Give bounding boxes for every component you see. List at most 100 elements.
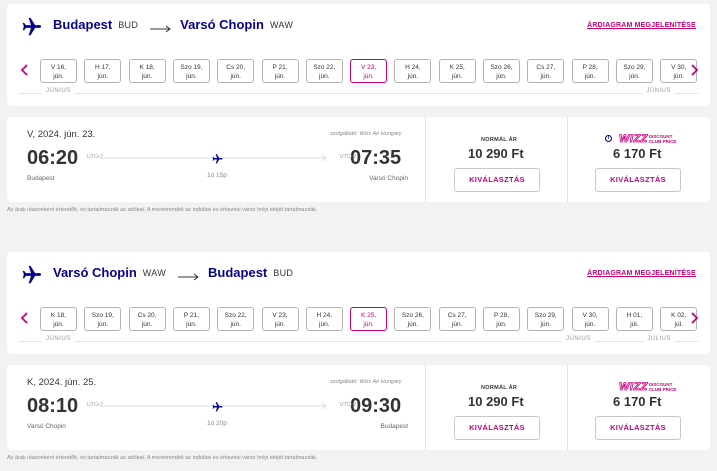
- date-chip-month: jún.: [629, 73, 640, 80]
- date-chip[interactable]: P 28, jún.: [483, 307, 520, 331]
- flight-card: K, 2024. jún. 25. szolgáltató: Wizz Air H…: [7, 365, 710, 450]
- date-chip[interactable]: H 01, júl.: [615, 307, 653, 331]
- date-chip-month: jún.: [319, 73, 330, 80]
- date-chip-month: jún.: [274, 73, 286, 80]
- date-chip[interactable]: Szo 29, jún.: [615, 59, 653, 83]
- date-chip[interactable]: H 24, jún.: [305, 307, 343, 331]
- select-normal-fare-button[interactable]: KIVÁLASZTÁS: [454, 168, 540, 192]
- date-chip[interactable]: H 17, jún.: [84, 59, 122, 83]
- departure-city: Budapest: [27, 175, 55, 182]
- destination-code: WAW: [269, 19, 294, 30]
- departure-city: Varsó Chopin: [27, 423, 66, 430]
- date-chip-month: jún.: [186, 73, 197, 80]
- flight-card: V, 2024. jún. 23. szolgáltató: Wizz Air H…: [7, 117, 710, 202]
- date-chip-month: jún.: [540, 321, 552, 328]
- price-diagram-link[interactable]: ÁRDIAGRAM MEGJELENÍTÉSE: [587, 270, 696, 277]
- column-divider: [567, 365, 568, 450]
- date-chip-day: V 23,: [361, 64, 377, 71]
- date-chip-month: jún.: [230, 321, 241, 328]
- chevron-right-icon[interactable]: [688, 310, 700, 326]
- price-diagram-link[interactable]: ÁRDIAGRAM MEGJELENÍTÉSE: [587, 22, 696, 29]
- club-fare-price: 6 170 Ft: [613, 394, 662, 409]
- date-chip-day: Szo 19,: [91, 312, 114, 319]
- arrival-time: 09:30: [350, 395, 402, 417]
- date-chip-month: jún.: [407, 73, 419, 80]
- origin-code: BUD: [118, 19, 139, 30]
- date-chip[interactable]: K 18, jún.: [40, 307, 77, 331]
- route-title: Varsó Chopin WAW Budapest BUD: [53, 265, 293, 280]
- chevron-left-icon[interactable]: [19, 310, 31, 326]
- date-chip-day: V 23,: [272, 312, 288, 319]
- destination-city: Budapest: [208, 265, 268, 280]
- date-chip[interactable]: V 23, jún.: [350, 59, 388, 83]
- date-chip-day: Szo 26,: [401, 312, 424, 319]
- date-chip[interactable]: Cs 27, jún.: [438, 307, 476, 331]
- date-chip[interactable]: Szo 19, jún.: [84, 307, 122, 331]
- date-chip[interactable]: P 21, jún.: [172, 307, 210, 331]
- origin-code: WAW: [142, 267, 167, 278]
- flight-duration: 1ó 20p: [207, 420, 227, 427]
- flight-duration: 1ó 15p: [207, 172, 227, 179]
- date-chip[interactable]: P 21, jún.: [261, 59, 299, 83]
- date-chip-month: jún.: [496, 321, 507, 328]
- destination-city: Varsó Chopin: [180, 17, 264, 32]
- date-chip-month: jún.: [97, 321, 109, 328]
- wizz-discount-club-logo: WIZZ DISCOUNT CLUB PRICE: [619, 132, 677, 146]
- normal-fare-price: 10 290 Ft: [468, 394, 524, 409]
- select-club-fare-button[interactable]: KIVÁLASZTÁS: [595, 168, 681, 192]
- date-chip[interactable]: Szo 19, jún.: [172, 59, 210, 83]
- date-chip[interactable]: Szo 26, jún.: [394, 307, 432, 331]
- date-chip[interactable]: Szo 26, jún.: [483, 59, 520, 83]
- date-chip[interactable]: V 30, jún.: [571, 307, 609, 331]
- select-club-fare-button[interactable]: KIVÁLASZTÁS: [595, 416, 681, 440]
- date-chip-day: Cs 27,: [447, 312, 467, 319]
- route-header: Varsó Chopin WAW Budapest BUD ÁRDIAGRAM MEGJ…: [7, 252, 710, 354]
- date-chip[interactable]: P 28, jún.: [571, 59, 609, 83]
- date-chip-month: jún.: [274, 321, 286, 328]
- wizz-discount-club-logo: WIZZ DISCOUNT CLUB PRICE: [619, 380, 677, 394]
- date-chip-day: P 28,: [493, 312, 510, 319]
- arrival-timezone: UTC+2: [340, 402, 356, 408]
- date-chip-month: jún.: [230, 73, 241, 80]
- date-chip[interactable]: V 16, jún.: [40, 59, 77, 83]
- date-chip[interactable]: K 25, jún.: [438, 59, 476, 83]
- date-chip[interactable]: Szo 22, jún.: [217, 307, 255, 331]
- airplane-icon: [209, 400, 225, 412]
- date-chip[interactable]: Szo 22, jún.: [305, 59, 343, 83]
- date-chip[interactable]: Cs 27, jún.: [527, 59, 565, 83]
- month-label: JÚNIUS: [643, 88, 674, 94]
- route-header: Budapest BUD Varsó Chopin WAW ÁRDIAGRAM MEGJ…: [7, 4, 710, 106]
- date-chip[interactable]: Cs 20, jún.: [217, 59, 255, 83]
- date-chip[interactable]: H 24, jún.: [394, 59, 432, 83]
- chevron-left-icon[interactable]: [19, 62, 31, 78]
- date-chip-month: jún.: [363, 73, 374, 80]
- date-chip-day: H 24,: [316, 312, 333, 319]
- date-chip-day: P 21,: [183, 312, 199, 319]
- date-chip-day: Szo 22,: [313, 64, 336, 71]
- route-title-bar: Budapest BUD Varsó Chopin WAW ÁRDIAGRAM MEGJ…: [7, 4, 710, 44]
- chevron-right-icon[interactable]: [688, 62, 700, 78]
- date-chip-month: jún.: [451, 73, 463, 80]
- date-chip-day: Cs 20,: [137, 312, 157, 319]
- date-chip[interactable]: K 25, jún.: [350, 307, 388, 331]
- column-divider: [425, 365, 426, 450]
- info-icon[interactable]: i: [605, 135, 612, 142]
- date-chip[interactable]: V 23, jún.: [261, 307, 299, 331]
- date-chip[interactable]: Szo 29, jún.: [527, 307, 565, 331]
- operator-label: szolgáltató: Wizz Air Hungary: [330, 131, 402, 137]
- date-chip-day: Cs 20,: [226, 64, 246, 71]
- date-selector: K 18, jún. Szo 19, jún. Cs 20, jún. P 21, jún. S…: [7, 304, 710, 332]
- date-chip-day: V 16,: [50, 64, 67, 71]
- origin-city: Budapest: [53, 17, 113, 32]
- month-divider: [19, 341, 698, 342]
- month-row: JÚNIUS JÚNIUS JÚLIUS: [7, 336, 710, 346]
- date-chip[interactable]: K 18, jún.: [128, 59, 166, 83]
- date-chip-day: K 25,: [361, 312, 377, 319]
- club-tagline-2: CLUB PRICE: [648, 139, 677, 144]
- normal-fare-label: NORMÁL ÁR: [481, 385, 518, 391]
- price-note: Az árak utasonként értendők, és tartalma…: [7, 207, 318, 213]
- date-chip-day: K 25,: [449, 64, 465, 71]
- select-normal-fare-button[interactable]: KIVÁLASZTÁS: [454, 416, 540, 440]
- normal-fare-price: 10 290 Ft: [468, 146, 524, 161]
- date-chip[interactable]: Cs 20, jún.: [128, 307, 166, 331]
